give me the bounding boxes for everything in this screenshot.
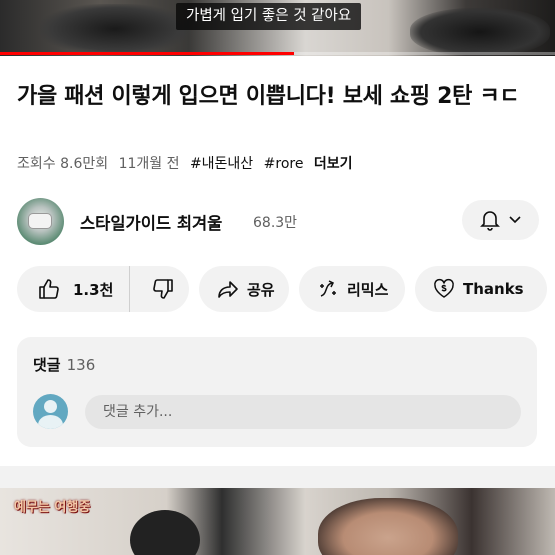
share-icon [217,279,239,299]
thumbnail-shape [130,510,200,555]
section-divider [0,466,555,488]
thanks-label: Thanks [463,280,524,298]
video-frame-shape [40,4,190,54]
dislike-button[interactable] [138,266,189,312]
bell-icon [479,209,500,231]
view-count: 조회수 8.6만회 [17,156,109,172]
thumbs-down-icon [151,277,175,301]
like-button[interactable]: 1.3천 [17,266,130,312]
share-label: 공유 [247,280,275,299]
video-player[interactable]: 가볍게 입기 좋은 것 같아요 [0,0,555,56]
thanks-button[interactable]: Thanks [415,266,547,312]
remix-icon [317,278,339,300]
video-caption: 가볍게 입기 좋은 것 같아요 [176,3,362,30]
remix-label: 리믹스 [347,280,389,299]
like-dislike-button: 1.3천 [17,266,189,312]
video-meta[interactable]: 조회수 8.6만회 11개월 전 #내돈내산 #rore 더보기 [17,153,359,173]
thumbs-up-icon [37,277,61,301]
video-frame-shape [410,8,550,56]
comment-input[interactable]: 댓글 추가... [85,395,521,429]
hashtag-link[interactable]: #rore [264,156,304,172]
action-bar: 1.3천 공유 리믹스 Thanks [17,266,547,314]
video-progress-bar[interactable] [0,52,555,55]
hashtag-link[interactable]: #내돈내산 [190,156,253,172]
subscriber-count: 68.3만 [253,215,298,231]
thumbnail-text: 예무는 여행중 [14,500,91,515]
thumbnail-shape [318,498,458,555]
comments-count: 136 [66,356,96,374]
remix-button[interactable]: 리믹스 [299,266,405,312]
notification-bell-button[interactable] [462,200,539,240]
channel-name[interactable]: 스타일가이드 최겨울 [80,210,222,234]
share-button[interactable]: 공유 [199,266,289,312]
comments-panel[interactable]: 댓글 136 댓글 추가... [17,337,537,447]
channel-avatar[interactable] [17,198,64,245]
video-watch-page: 가볍게 입기 좋은 것 같아요 가을 패션 이렇게 입으면 이쁩니다! 보세 쇼… [0,0,555,555]
comments-header: 댓글 136 [33,354,95,375]
comments-label: 댓글 [33,356,61,374]
like-count: 1.3천 [73,280,114,299]
more-link[interactable]: 더보기 [314,156,353,172]
channel-row: 스타일가이드 최겨울 68.3만 [17,198,539,246]
next-video-thumbnail[interactable]: 예무는 여행중 [0,488,555,555]
video-title[interactable]: 가을 패션 이렇게 입으면 이쁩니다! 보세 쇼핑 2탄 ㅋㄷ [17,82,547,112]
user-avatar [33,394,68,429]
upload-age: 11개월 전 [118,156,180,172]
video-progress-fill [0,52,295,55]
chevron-down-icon [508,215,522,225]
heart-dollar-icon [433,278,455,300]
